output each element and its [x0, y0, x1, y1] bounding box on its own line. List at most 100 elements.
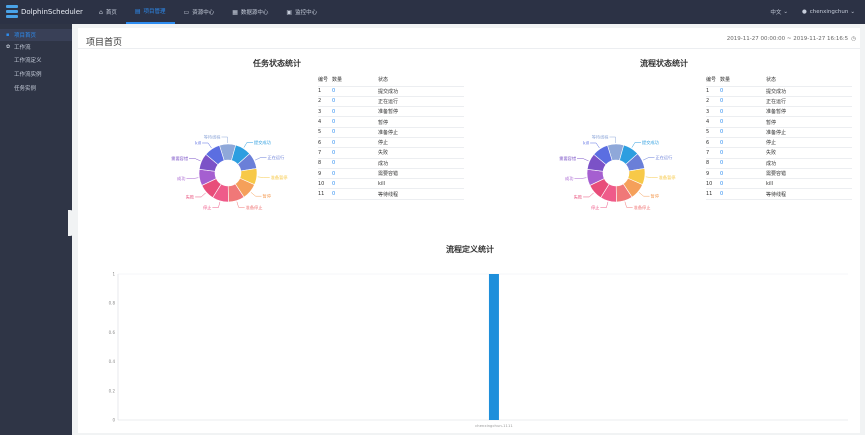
table-cell: 准备停止 — [378, 127, 464, 138]
count-link[interactable]: 0 — [332, 106, 378, 118]
donut-label-line — [195, 192, 206, 198]
table-cell: 1 — [706, 86, 720, 97]
table-cell: 10 — [318, 178, 332, 190]
nav-item-monitor[interactable]: ▣ 监控中心 — [277, 0, 326, 24]
count-link[interactable]: 0 — [332, 168, 378, 180]
donut-label-line — [638, 192, 650, 197]
watermark-text: 掘金技术社区 @ 机器学习之心AI — [512, 400, 793, 421]
language-switch[interactable]: 中文 ⌄ — [770, 8, 788, 16]
count-link[interactable]: 0 — [720, 158, 766, 169]
date-range-picker[interactable]: 2019-11-27 00:00:00 ~ 2019-11-27 16:16:5… — [727, 36, 856, 42]
nav-item-database[interactable]: ▦ 数据源中心 — [223, 0, 277, 24]
sidebar-item-task-instance[interactable]: 任务实例 — [0, 81, 72, 95]
donut-label-line — [254, 157, 267, 161]
table-row: 6 0 停止 — [318, 137, 464, 149]
table-row: 3 0 准备暂停 — [706, 106, 852, 118]
table-cell: 停止 — [378, 137, 464, 149]
donut-label-line — [645, 176, 658, 178]
table-row: 6 0 停止 — [706, 137, 852, 149]
count-link[interactable]: 0 — [720, 168, 766, 180]
count-link[interactable]: 0 — [332, 96, 378, 108]
sidebar-item-workflow-definition[interactable]: 工作流定义 — [0, 53, 72, 67]
table-row: 9 0 需要容错 — [706, 168, 852, 180]
app-logo[interactable]: DolphinScheduler — [6, 5, 83, 19]
donut-label-line — [577, 158, 589, 162]
table-cell: 成功 — [378, 158, 464, 169]
table-cell: 等待线程 — [766, 188, 852, 200]
nav-item-project[interactable]: ▤ 项目管理 — [125, 0, 175, 24]
sidebar-group-workflow[interactable]: ✿ 工作流 — [0, 41, 72, 53]
logo-icon — [6, 5, 18, 19]
count-link[interactable]: 0 — [332, 188, 378, 200]
table-row: 8 0 成功 — [318, 158, 464, 169]
user-icon: ● — [801, 9, 807, 15]
donut-legend-label: 正在运行 — [656, 154, 673, 161]
y-tick-label: 0.2 — [109, 388, 116, 393]
y-tick-label: 0 — [112, 418, 115, 423]
count-link[interactable]: 0 — [720, 147, 766, 159]
x-tick-label: chenxingchun-1111 — [475, 423, 513, 428]
count-link[interactable]: 0 — [720, 137, 766, 149]
sidebar-item-workflow-instance[interactable]: 工作流实例 — [0, 67, 72, 81]
project-icon: ▤ — [134, 7, 141, 15]
count-link[interactable]: 0 — [720, 178, 766, 190]
user-menu[interactable]: ● chenxingchun ⌄ — [802, 9, 855, 15]
count-link[interactable]: 0 — [720, 106, 766, 118]
table-row: 7 0 失败 — [318, 147, 464, 159]
nav-item-label: 监控中心 — [295, 10, 318, 16]
donut-legend-label: 需要容错 — [559, 155, 576, 162]
nav-item-home[interactable]: ⌂ 首页 — [90, 0, 126, 24]
donut-legend-label: 准备暂停 — [271, 174, 288, 181]
y-tick-label: 0.8 — [109, 301, 116, 306]
table-cell: 提交成功 — [766, 86, 852, 97]
nav-item-label: 项目管理 — [143, 9, 166, 15]
task-status-donut: 等待线程提交成功正在运行准备暂停暂停准备停止 停止 失败 成功 需要容错 kill — [171, 134, 288, 212]
y-tick-label: 0.6 — [109, 330, 116, 335]
bar[interactable] — [488, 274, 499, 420]
count-link[interactable]: 0 — [332, 116, 378, 128]
sidebar-item-label: 任务实例 — [14, 86, 37, 92]
count-link[interactable]: 0 — [720, 86, 766, 97]
home-grid-icon: ▪ — [6, 32, 10, 38]
count-link[interactable]: 0 — [332, 127, 378, 138]
donut-legend-label: 等待线程 — [204, 134, 222, 141]
table-cell: 11 — [706, 188, 720, 200]
table-cell: 正在运行 — [378, 96, 464, 108]
count-link[interactable]: 0 — [332, 147, 378, 159]
table-cell: 3 — [318, 106, 332, 118]
table-row: 8 0 成功 — [706, 158, 852, 169]
table-cell: 需要容错 — [378, 168, 464, 180]
table-row: 3 0 准备暂停 — [318, 106, 464, 118]
donut-label-line — [186, 177, 199, 179]
count-link[interactable]: 0 — [332, 178, 378, 190]
sidebar-item-project-home[interactable]: ▪ 项目首页 — [0, 29, 72, 41]
table-row: 2 0 正在运行 — [706, 96, 852, 108]
donut-label-line — [189, 158, 201, 162]
task-stats-title: 任务状态统计 — [253, 59, 301, 68]
count-link[interactable]: 0 — [720, 116, 766, 128]
nav-item-folder[interactable]: ▭ 资源中心 — [175, 0, 224, 24]
table-cell: 准备停止 — [766, 127, 852, 138]
count-link[interactable]: 0 — [332, 137, 378, 149]
count-link[interactable]: 0 — [332, 86, 378, 97]
count-link[interactable]: 0 — [720, 127, 766, 138]
donut-label-line — [624, 201, 633, 208]
donut-legend-label: 等待线程 — [592, 134, 610, 141]
app-name: DolphinScheduler — [21, 8, 83, 16]
count-link[interactable]: 0 — [332, 158, 378, 169]
sidebar-item-label: 工作流实例 — [14, 72, 42, 78]
donut-label-line — [642, 157, 655, 161]
top-navbar: DolphinScheduler ⌂ 首页 ▤ 项目管理 ▭ 资源中心 ▦ 数据源中心 ▣ 监控中… — [0, 0, 865, 24]
sidebar-collapse-handle[interactable] — [68, 210, 74, 236]
definition-stats-title: 流程定义统计 — [446, 245, 494, 254]
table-row: 10 0 kill — [318, 178, 464, 190]
donut-legend-label: 暂停 — [263, 193, 271, 200]
donut-label-line — [590, 142, 600, 149]
table-row: 2 0 正在运行 — [318, 96, 464, 108]
count-link[interactable]: 0 — [720, 96, 766, 108]
table-cell: 提交成功 — [378, 86, 464, 97]
donut-label-line — [236, 201, 245, 208]
table-cell: 2 — [706, 96, 720, 108]
table-row: 11 0 等待线程 — [706, 188, 852, 200]
count-link[interactable]: 0 — [720, 188, 766, 200]
